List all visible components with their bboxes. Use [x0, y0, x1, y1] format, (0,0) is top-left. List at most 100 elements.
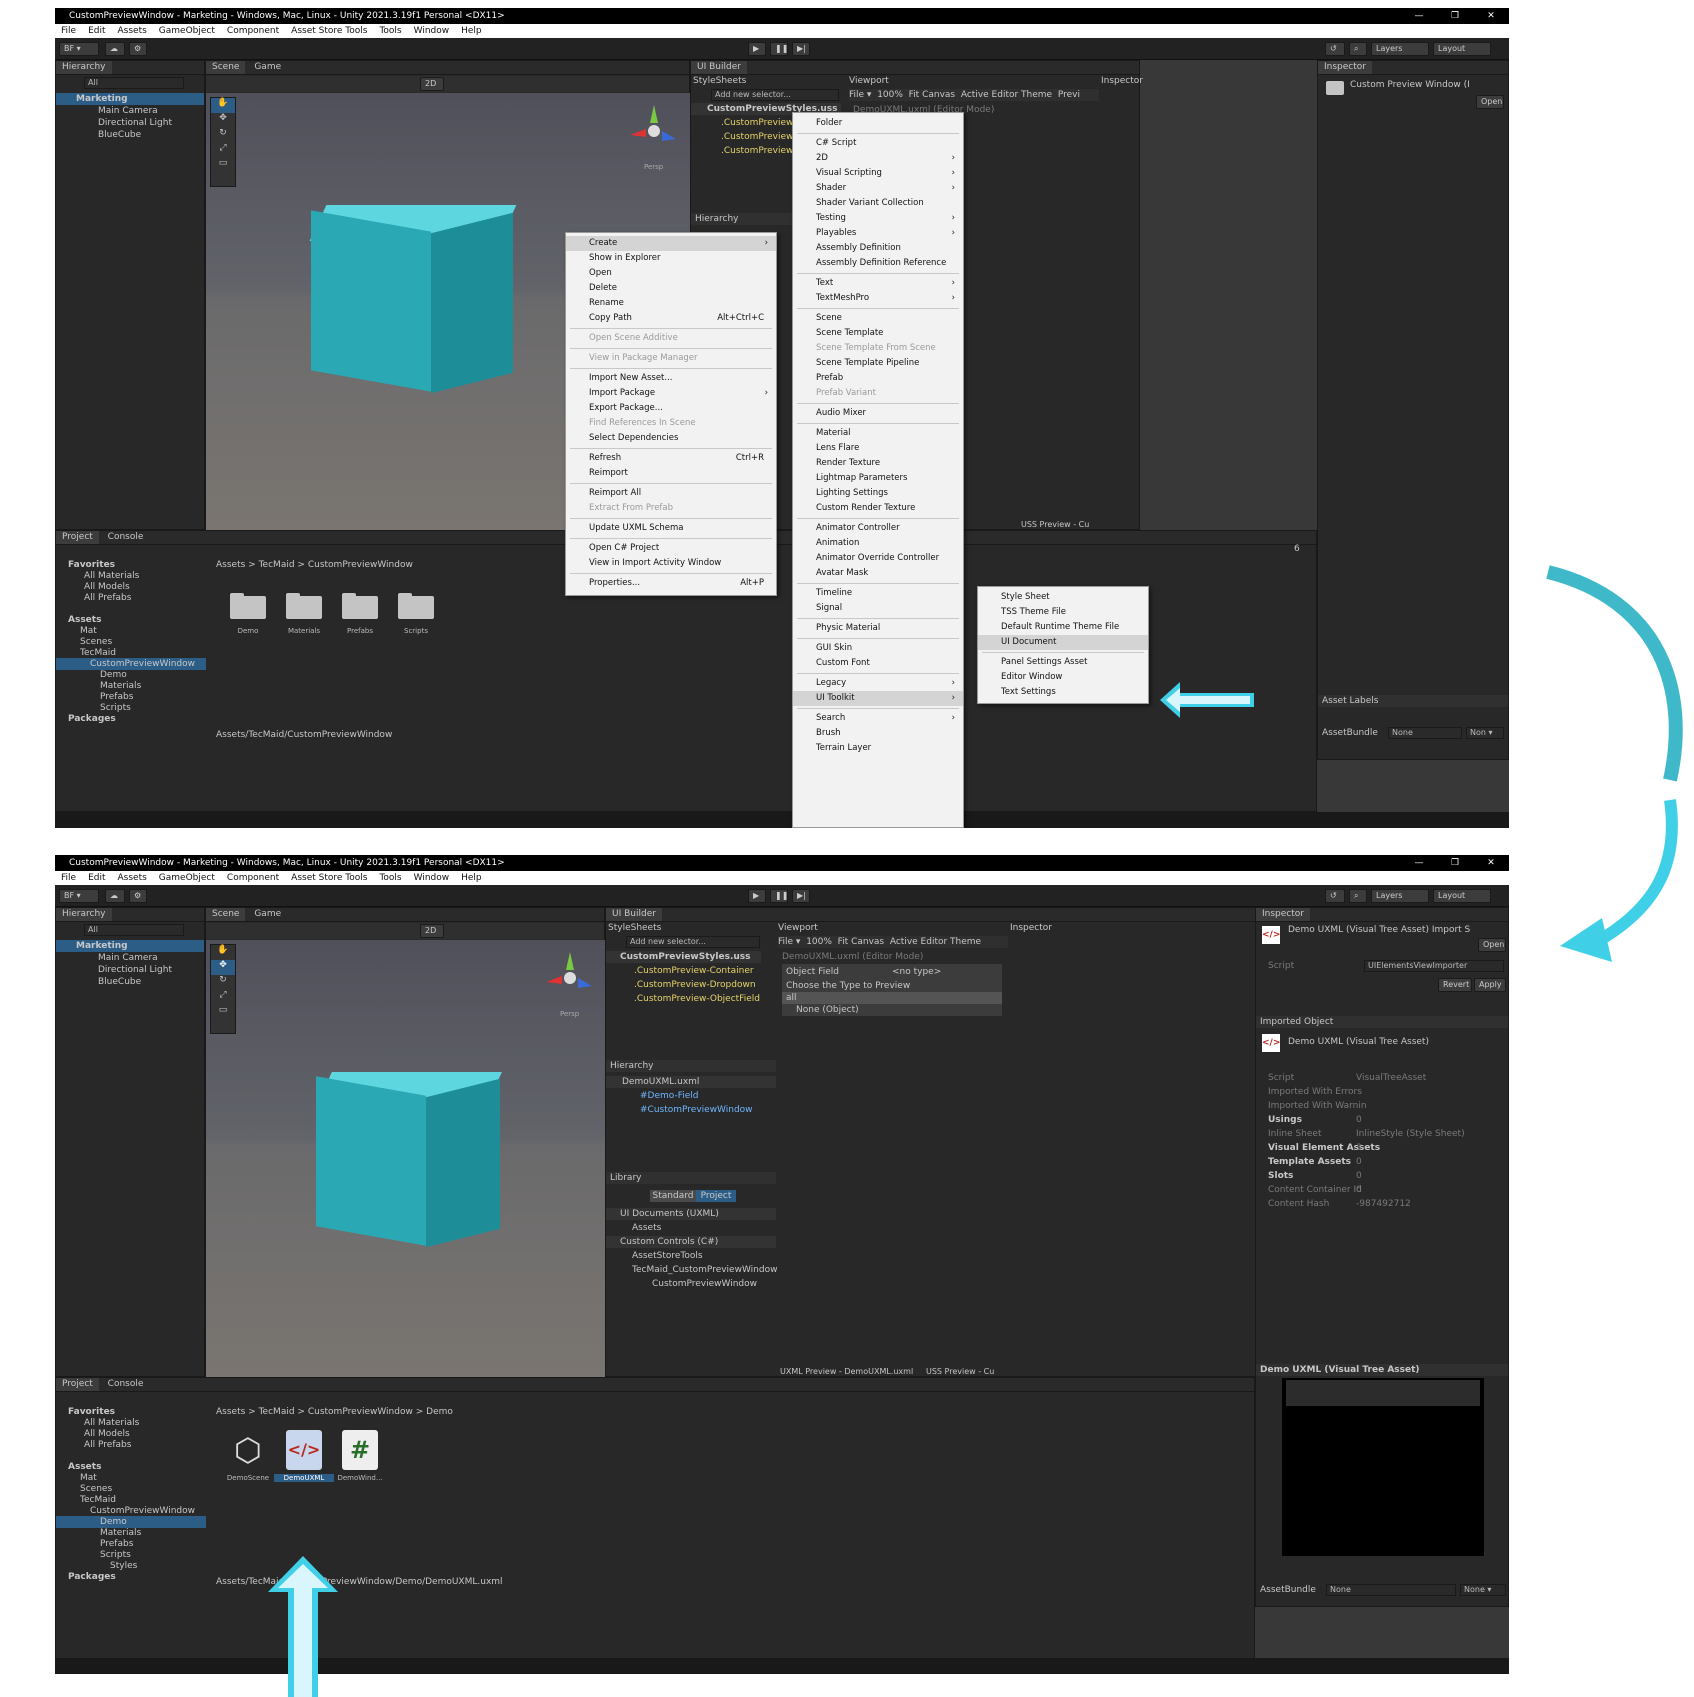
move-tool-icon[interactable]: ✥ [211, 113, 235, 128]
viewport-file-menu[interactable]: File ▾ [849, 90, 871, 100]
context-menu-item[interactable]: Update UXML Schema [566, 521, 776, 536]
folder-demo-icon[interactable] [230, 591, 266, 619]
property-row[interactable]: Template Assets 0 [1256, 1156, 1509, 1168]
context-menu-item[interactable]: Copy Path Alt+Ctrl+C [566, 311, 776, 326]
tree-all-prefabs[interactable]: All Prefabs [56, 1439, 206, 1451]
builder-item-custompreviewwindow[interactable]: #CustomPreviewWindow [606, 1104, 776, 1116]
folder-materials-icon[interactable] [286, 591, 322, 619]
tab-hierarchy[interactable]: Hierarchy [56, 908, 112, 921]
create-menu-item[interactable]: Scene Template [793, 326, 963, 341]
2d-toggle[interactable]: 2D [420, 924, 444, 938]
tab-scene[interactable]: Scene [206, 61, 246, 74]
collab-icon[interactable]: ⚙ [129, 889, 147, 903]
create-menu-item[interactable]: UI Toolkit › [793, 691, 963, 706]
pause-button[interactable]: ❚❚ [770, 889, 788, 903]
hierarchy-item-bluecube[interactable]: BlueCube [56, 976, 204, 988]
play-button[interactable]: ▶ [748, 889, 766, 903]
create-menu-item[interactable]: Assembly Definition [793, 241, 963, 256]
minimize-button[interactable]: — [1401, 8, 1437, 24]
assetbundle-dropdown[interactable]: None [1326, 1584, 1456, 1596]
scale-tool-icon[interactable]: ⤢ [211, 990, 235, 1005]
tab-scene[interactable]: Scene [206, 908, 246, 921]
assetbundle-variant-dropdown[interactable]: Non ▾ [1466, 727, 1504, 739]
context-menu-item[interactable]: Reimport [566, 466, 776, 481]
library-tab-project[interactable]: Project [696, 1190, 736, 1202]
tab-console[interactable]: Console [102, 531, 150, 544]
history-icon[interactable]: ↺ [1325, 42, 1345, 56]
create-menu-item[interactable]: Visual Scripting › [793, 166, 963, 181]
hierarchy-item-marketing[interactable]: Marketing [56, 93, 204, 105]
property-row[interactable]: Script VisualTreeAsset [1256, 1072, 1509, 1084]
context-menu-item[interactable]: Properties... Alt+P [566, 576, 776, 591]
menu-gameobject[interactable]: GameObject [153, 871, 221, 885]
minimize-button[interactable]: — [1401, 855, 1437, 871]
tab-inspector[interactable]: Inspector [1318, 61, 1372, 74]
hierarchy-item-directional-light[interactable]: Directional Light [56, 964, 204, 976]
create-menu-item[interactable]: TextMeshPro › [793, 291, 963, 306]
context-menu-item[interactable]: Create › [566, 236, 776, 251]
create-menu-item[interactable]: Text › [793, 276, 963, 291]
context-menu-item[interactable]: Refresh Ctrl+R [566, 451, 776, 466]
context-menu-item[interactable]: View in Import Activity Window [566, 556, 776, 571]
tab-inspector[interactable]: Inspector [1256, 908, 1310, 921]
create-menu-item[interactable]: Search › [793, 711, 963, 726]
builder-doc-item[interactable]: DemoUXML.uxml [606, 1076, 776, 1088]
rect-tool-icon[interactable]: ▭ [211, 1005, 235, 1020]
create-menu-item[interactable]: Animator Override Controller [793, 551, 963, 566]
rotate-tool-icon[interactable]: ↻ [211, 975, 235, 990]
tab-game[interactable]: Game [248, 61, 287, 74]
property-row[interactable]: Inline Sheet InlineStyle (Style Sheet) [1256, 1128, 1509, 1140]
assetbundle-dropdown[interactable]: None [1388, 727, 1462, 739]
fit-canvas-button[interactable]: Fit Canvas [909, 90, 955, 100]
viewport-file-menu[interactable]: File ▾ [778, 937, 800, 947]
maximize-button[interactable]: ❐ [1437, 855, 1473, 871]
hierarchy-item-directional-light[interactable]: Directional Light [56, 117, 204, 129]
create-menu-item[interactable]: Render Texture [793, 456, 963, 471]
uxml-file-icon[interactable]: </> [286, 1430, 322, 1470]
property-row[interactable]: Imported With Warnin [1256, 1100, 1509, 1112]
play-button[interactable]: ▶ [748, 42, 766, 56]
property-row[interactable]: Usings 0 [1256, 1114, 1509, 1126]
revert-button[interactable]: Revert [1438, 978, 1472, 992]
create-menu-item[interactable]: Shader › [793, 181, 963, 196]
tree-packages[interactable]: Packages [56, 713, 206, 725]
open-button[interactable]: Open [1476, 95, 1504, 109]
viewport-zoom[interactable]: 100% [806, 937, 832, 947]
hand-tool-icon[interactable]: ✋ [211, 945, 235, 960]
menu-help[interactable]: Help [455, 24, 488, 38]
uss-file-item[interactable]: CustomPreviewStyles.uss [606, 951, 761, 963]
context-menu-item[interactable]: Export Package... [566, 401, 776, 416]
tab-project[interactable]: Project [56, 1378, 99, 1391]
rotate-tool-icon[interactable]: ↻ [211, 128, 235, 143]
library-custompreviewwindow[interactable]: CustomPreviewWindow [606, 1278, 776, 1290]
account-button[interactable]: BF ▾ [59, 42, 99, 56]
menu-asset-store-tools[interactable]: Asset Store Tools [285, 24, 373, 38]
library-tab-standard[interactable]: Standard [650, 1190, 696, 1202]
tab-project[interactable]: Project [56, 531, 99, 544]
breadcrumb-custompreviewwindow[interactable]: CustomPreviewWindow [308, 1407, 413, 1417]
create-menu-item[interactable]: Timeline [793, 586, 963, 601]
menu-file[interactable]: File [55, 871, 82, 885]
context-menu-item[interactable]: Reimport All [566, 486, 776, 501]
ui-toolkit-menu-item[interactable]: UI Document [978, 635, 1148, 650]
orientation-gizmo[interactable] [626, 103, 682, 159]
property-row[interactable]: Content Container Id 0 [1256, 1184, 1509, 1196]
step-button[interactable]: ▶| [792, 889, 810, 903]
ui-toolkit-menu-item[interactable]: Panel Settings Asset [978, 655, 1148, 670]
create-menu-item[interactable]: Scene [793, 311, 963, 326]
create-menu-item[interactable]: Animator Controller [793, 521, 963, 536]
tab-ui-builder[interactable]: UI Builder [691, 61, 747, 74]
hierarchy-search-input[interactable]: All [84, 77, 184, 89]
create-menu-item[interactable]: Custom Render Texture [793, 501, 963, 516]
layout-dropdown[interactable]: Layout [1433, 42, 1491, 56]
close-button[interactable]: ✕ [1473, 855, 1509, 871]
layers-dropdown[interactable]: Layers [1371, 889, 1429, 903]
create-menu-item[interactable]: Prefab [793, 371, 963, 386]
move-tool-icon[interactable]: ✥ [211, 960, 235, 975]
viewport-zoom[interactable]: 100% [877, 90, 903, 100]
collab-icon[interactable]: ⚙ [129, 42, 147, 56]
create-menu-item[interactable]: Physic Material [793, 621, 963, 636]
hierarchy-search-input[interactable]: All [84, 924, 184, 936]
library-uxml-section[interactable]: UI Documents (UXML) [606, 1208, 776, 1220]
ui-toolkit-menu-item[interactable]: Style Sheet [978, 590, 1148, 605]
